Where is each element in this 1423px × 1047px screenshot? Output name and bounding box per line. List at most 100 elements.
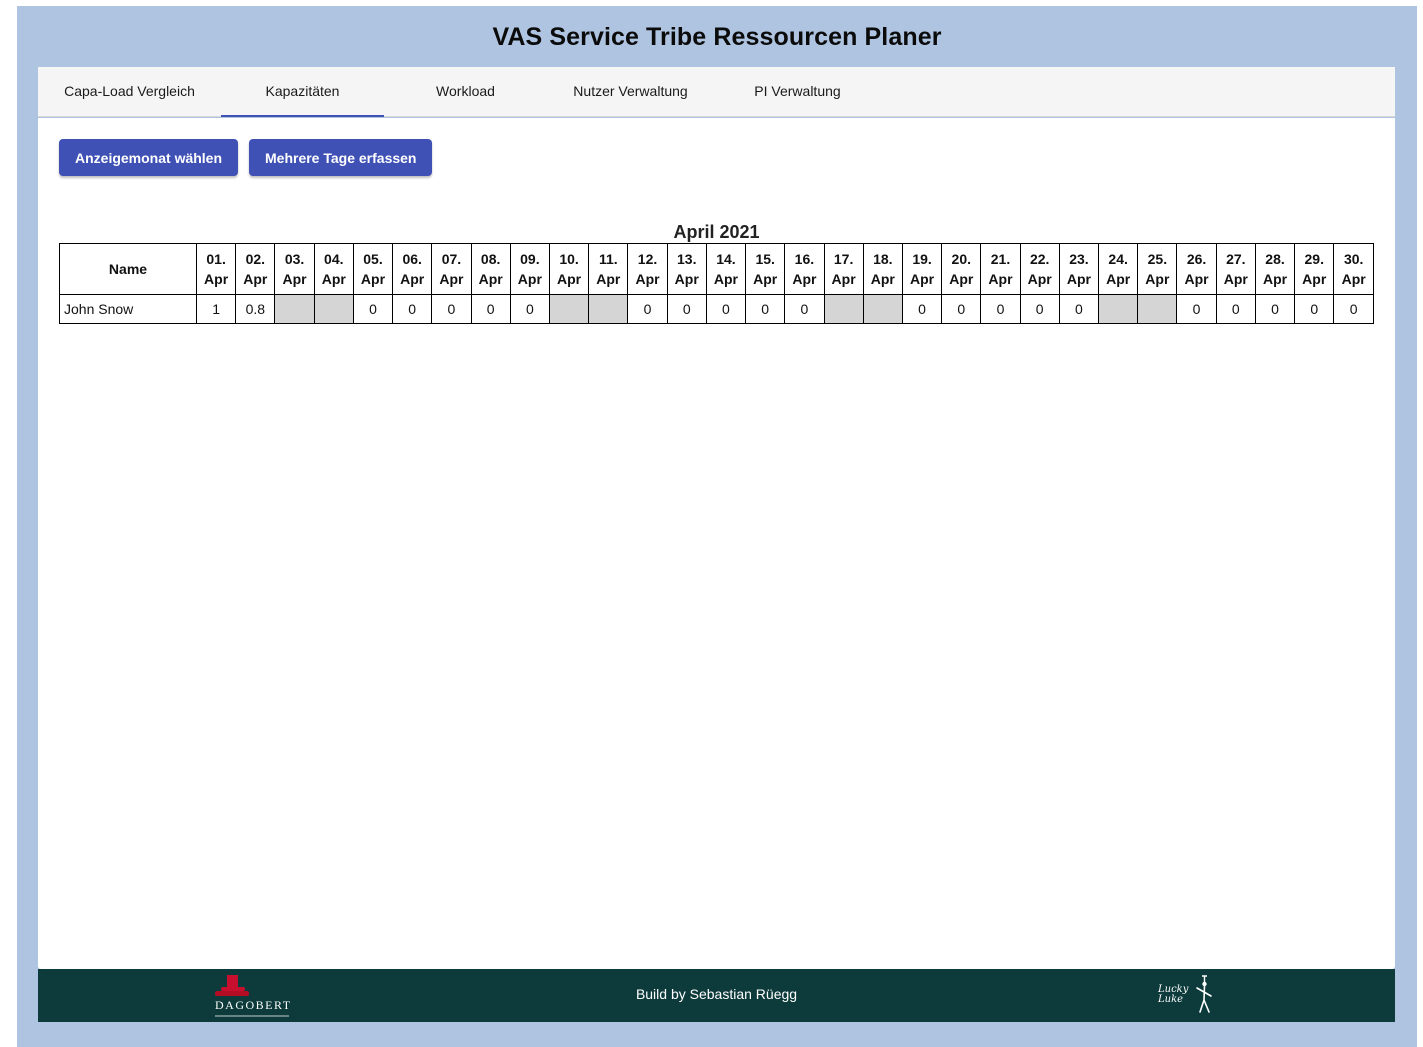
day-column-header: 29. Apr [1294, 243, 1335, 295]
day-month: Apr [753, 271, 778, 287]
day-column-header: 21. Apr [980, 243, 1021, 295]
capacity-cell[interactable]: 0 [470, 294, 511, 324]
day-month: Apr [635, 271, 660, 287]
capacity-cell[interactable]: 0 [509, 294, 550, 324]
weekend-day-cell [313, 294, 354, 324]
table-row: John Snow 1 0.8 0 0 0 0 0 0 0 0 0 0 0 0 0 0 0 0 0 0 0 0 [59, 294, 1374, 324]
capacity-cell[interactable]: 0 [666, 294, 707, 324]
day-number: 26. [1186, 251, 1207, 267]
day-column-header: 12. Apr [627, 243, 668, 295]
day-month: Apr [988, 271, 1013, 287]
tab-capa-load-vergleich[interactable]: Capa-Load Vergleich [38, 67, 221, 117]
day-column-header: 28. Apr [1254, 243, 1296, 295]
day-month: Apr [1341, 271, 1366, 287]
day-column-header: 02. Apr [235, 243, 276, 295]
day-number: 15. [755, 251, 775, 267]
day-column-header: 16. Apr [784, 243, 825, 295]
tab-bar: Capa-Load Vergleich Kapazitäten Workload… [38, 67, 1395, 117]
day-column-header: 27. Apr [1215, 243, 1256, 295]
day-column-header: 06. Apr [392, 243, 433, 295]
capacity-cell[interactable]: 0 [1176, 294, 1217, 324]
day-column-header: 20. Apr [941, 243, 982, 295]
day-number: 21. [990, 251, 1011, 267]
day-column-header: 23. Apr [1058, 243, 1100, 295]
day-month: Apr [1302, 271, 1327, 287]
day-column-header: 13. Apr [666, 243, 707, 295]
name-column-header: Name [59, 243, 197, 295]
multi-days-button[interactable]: Mehrere Tage erfassen [249, 139, 433, 176]
day-month: Apr [831, 271, 856, 287]
capacity-cell[interactable]: 0 [1294, 294, 1335, 324]
day-column-header: 08. Apr [470, 243, 511, 295]
day-month: Apr [909, 271, 935, 287]
select-month-button[interactable]: Anzeigemonat wählen [59, 139, 239, 176]
day-month: Apr [360, 271, 386, 287]
weekend-day-cell [823, 294, 864, 324]
day-number: 04. [324, 251, 344, 267]
day-month: Apr [1066, 271, 1091, 287]
weekend-day-cell [862, 294, 903, 324]
capacity-cell[interactable]: 0 [392, 294, 433, 324]
capacity-cell[interactable]: 0 [980, 294, 1021, 324]
month-title: April 2021 [673, 222, 760, 242]
day-month: Apr [204, 271, 229, 287]
day-column-header: 07. Apr [431, 243, 472, 295]
day-month: Apr [1184, 271, 1209, 287]
day-month: Apr [1027, 271, 1052, 287]
day-number: 08. [480, 251, 501, 267]
day-month: Apr [557, 271, 582, 287]
day-column-header: 25. Apr [1137, 243, 1178, 295]
capacity-cell[interactable]: 0 [705, 294, 747, 324]
day-number: 01. [206, 251, 226, 267]
day-column-header: 24. Apr [1098, 243, 1139, 295]
day-number: 25. [1147, 251, 1168, 267]
day-column-header: 26. Apr [1176, 243, 1217, 295]
day-number: 13. [677, 251, 697, 267]
day-month: Apr [792, 271, 817, 287]
app-title: VAS Service Tribe Ressourcen Planer [492, 23, 942, 51]
day-column-header: 09. Apr [509, 243, 550, 295]
employee-name-cell: John Snow [59, 294, 197, 324]
day-month: Apr [321, 271, 346, 287]
capacity-cell[interactable]: 0 [1058, 294, 1100, 324]
capacity-cell[interactable]: 0 [352, 294, 394, 324]
capacity-cell[interactable]: 0.8 [235, 294, 276, 324]
day-number: 02. [245, 251, 266, 267]
day-month: Apr [282, 271, 307, 287]
day-month: Apr [517, 271, 542, 287]
tab-kapazitaeten[interactable]: Kapazitäten [221, 67, 384, 117]
day-number: 11. [598, 251, 618, 267]
capacity-cell[interactable]: 0 [745, 294, 786, 324]
table-header-row: Name 01. Apr 02. Apr 03. Apr 04. Apr 05. Apr 06. Ap… [59, 243, 1374, 295]
day-column-header: 14. Apr [705, 243, 747, 295]
weekend-day-cell [274, 294, 315, 324]
capacity-cell[interactable]: 1 [195, 294, 237, 324]
day-number: 28. [1265, 251, 1285, 267]
tab-pi-verwaltung[interactable]: PI Verwaltung [714, 67, 881, 117]
tab-workload[interactable]: Workload [384, 67, 547, 117]
day-number: 03. [284, 251, 305, 267]
lucky-luke-logo: Lucky Luke [1158, 972, 1218, 1018]
capacity-cell[interactable]: 0 [431, 294, 472, 324]
day-column-header: 11. Apr [588, 243, 629, 295]
capacity-cell[interactable]: 0 [941, 294, 982, 324]
tab-nutzer-verwaltung[interactable]: Nutzer Verwaltung [547, 67, 714, 117]
capacity-cell[interactable]: 0 [1333, 294, 1374, 324]
weekend-day-cell [1137, 294, 1178, 324]
day-number: 17. [833, 251, 854, 267]
main-content: Anzeigemonat wählen Mehrere Tage erfasse… [38, 118, 1395, 969]
day-column-header: 19. Apr [901, 243, 943, 295]
capacity-cell[interactable]: 0 [784, 294, 825, 324]
day-month: Apr [949, 271, 974, 287]
capacity-cell[interactable]: 0 [1215, 294, 1256, 324]
day-number: 23. [1069, 251, 1089, 267]
capacity-cell[interactable]: 0 [627, 294, 668, 324]
capacity-cell[interactable]: 0 [1019, 294, 1060, 324]
day-number: 12. [637, 251, 658, 267]
day-month: Apr [596, 271, 621, 287]
day-month: Apr [243, 271, 268, 287]
capacity-cell[interactable]: 0 [1254, 294, 1296, 324]
day-number: 29. [1304, 251, 1324, 267]
capacity-cell[interactable]: 0 [901, 294, 943, 324]
day-number: 16. [794, 251, 815, 267]
